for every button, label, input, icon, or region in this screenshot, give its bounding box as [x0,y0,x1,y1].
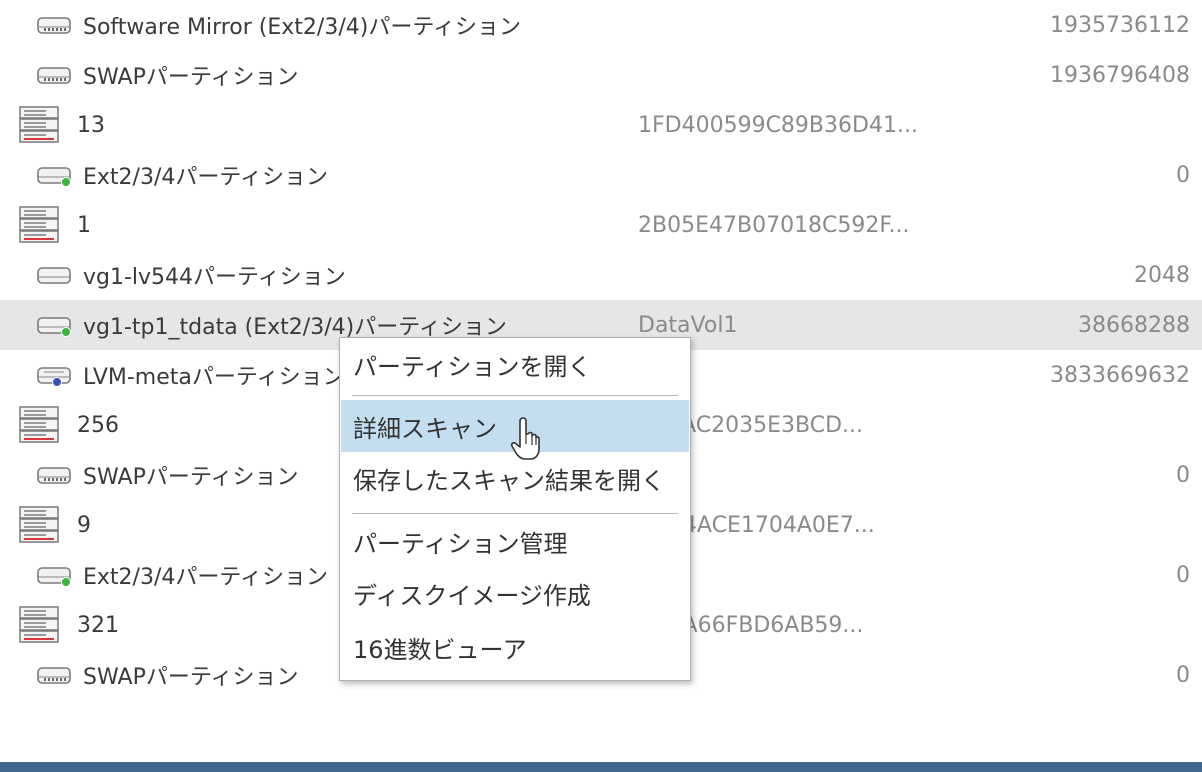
row-name: Ext2/3/4パーティション [83,565,329,590]
menu-hex-viewer[interactable]: 16進数ビューア [341,621,689,673]
row-name: LVM-metaパーティション [83,365,345,390]
row-name: 13 [77,112,105,138]
row-name: vg1-lv544パーティション [83,265,346,290]
disk-server-icon [18,604,60,646]
row-size: 3833669632 [1050,362,1190,388]
mouse-pointer-icon [510,417,540,460]
row-name: 1 [77,212,91,238]
ext-drive-icon [36,314,74,338]
menu-partition-management[interactable]: パーティション管理 [341,515,689,567]
menu-separator [352,395,678,396]
disk-server-icon [18,104,60,146]
swap-drive-icon [36,64,74,88]
disk-server-icon [18,204,60,246]
partition-row[interactable]: SWAPパーティション 1936796408 [0,50,1202,100]
row-size: 0 [1176,162,1190,188]
disk-server-icon [18,504,60,546]
row-name: SWAPパーティション [83,665,299,690]
row-size: 0 [1176,662,1190,688]
plain-drive-icon [36,264,74,288]
swap-drive-icon [36,664,74,688]
row-name: SWAPパーティション [83,65,299,90]
row-name: SWAPパーティション [83,465,299,490]
partition-row[interactable]: Ext2/3/4パーティション 0 [0,150,1202,200]
menu-separator [352,513,678,514]
ext-drive-icon [36,164,74,188]
menu-create-disk-image[interactable]: ディスクイメージ作成 [341,567,689,619]
row-size: 38668288 [1078,312,1190,338]
ext-drive-icon [36,564,74,588]
context-menu: パーティションを開く 詳細スキャン 保存したスキャン結果を開く パーティション管理 ディ… [339,337,691,681]
row-size: 0 [1176,562,1190,588]
menu-open-partition[interactable]: パーティションを開く [341,338,689,390]
row-size: 0 [1176,462,1190,488]
row-name: 256 [77,412,119,438]
partition-row[interactable]: vg1-lv544パーティション 2048 [0,250,1202,300]
disk-row[interactable]: 13 1FD400599C89B36D41... [0,100,1202,150]
row-serial: 1FD400599C89B36D41... [638,112,918,138]
row-name: Ext2/3/4パーティション [83,165,329,190]
row-serial: DataVol1 [638,312,738,338]
row-size: 1935736112 [1050,12,1190,38]
row-size: 2048 [1134,262,1190,288]
row-name: 321 [77,612,119,638]
row-name: 9 [77,512,91,538]
swap-drive-icon [36,14,74,38]
bottom-bar [0,762,1202,772]
row-name: Software Mirror (Ext2/3/4)パーティション [83,15,521,40]
swap-drive-icon [36,464,74,488]
disk-server-icon [18,404,60,446]
row-size: 1936796408 [1050,62,1190,88]
partition-row[interactable]: Software Mirror (Ext2/3/4)パーティション 1935736… [0,0,1202,50]
disk-row[interactable]: 1 2B05E47B07018C592F... [0,200,1202,250]
row-serial: 2B05E47B07018C592F... [638,212,910,238]
lvm-drive-icon [36,364,74,388]
